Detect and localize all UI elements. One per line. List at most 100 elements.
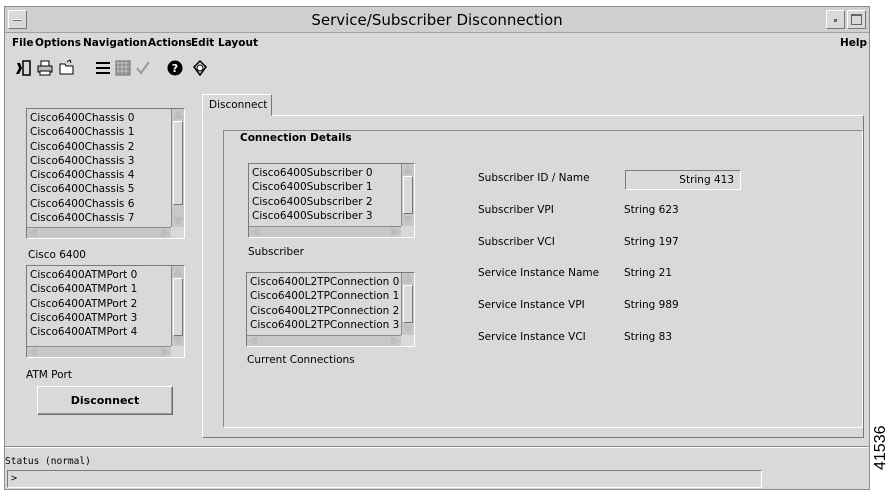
minimize-icon — [834, 19, 837, 22]
list-item[interactable]: Cisco6400Subscriber 0 — [252, 166, 400, 180]
disconnect-button[interactable]: Disconnect — [37, 386, 173, 415]
list-item[interactable]: Cisco6400ATMPort 4 — [30, 325, 170, 339]
field-label: Subscriber ID / Name — [478, 172, 590, 184]
atmport-listbox[interactable]: Cisco6400ATMPort 0 Cisco6400ATMPort 1 Ci… — [26, 265, 185, 358]
connections-list: Cisco6400L2TPConnection 0 Cisco6400L2TPC… — [250, 275, 400, 332]
subscriber-list: Cisco6400Subscriber 0 Cisco6400Subscribe… — [252, 166, 400, 223]
title-bar: Service/Subscriber Disconnection — [5, 7, 869, 33]
list-item[interactable]: Cisco6400Chassis 3 — [30, 154, 170, 168]
list-item[interactable]: Cisco6400Chassis 6 — [30, 197, 170, 211]
scroll-up-icon[interactable] — [403, 274, 413, 283]
scroll-down-icon[interactable] — [173, 336, 183, 345]
vertical-scrollbar[interactable] — [171, 266, 184, 346]
field-value: String 83 — [624, 331, 673, 343]
field-label: Subscriber VPI — [478, 204, 554, 216]
maximize-button[interactable] — [847, 10, 866, 29]
status-label: Status (normal) — [5, 456, 91, 467]
help-icon[interactable]: ? — [165, 58, 185, 78]
scroll-up-icon[interactable] — [173, 110, 183, 119]
list-item[interactable]: Cisco6400Chassis 0 — [30, 111, 170, 125]
subscriber-listbox[interactable]: Cisco6400Subscriber 0 Cisco6400Subscribe… — [248, 163, 415, 238]
list-item[interactable]: Cisco6400ATMPort 0 — [30, 268, 170, 282]
exit-icon[interactable] — [13, 58, 33, 78]
menu-navigation[interactable]: Navigation — [83, 37, 147, 49]
horizontal-scrollbar[interactable] — [247, 335, 401, 346]
menu-bar: File Options Navigation Actions Edit Lay… — [5, 34, 869, 54]
command-line-input[interactable]: > — [7, 470, 762, 488]
vertical-scrollbar[interactable] — [171, 109, 184, 227]
scroll-thumb[interactable] — [173, 278, 183, 336]
atmport-label: ATM Port — [26, 369, 72, 381]
list-item[interactable]: Cisco6400ATMPort 1 — [30, 282, 170, 296]
list-item[interactable]: Cisco6400Subscriber 2 — [252, 195, 400, 209]
list-item[interactable]: Cisco6400Chassis 4 — [30, 168, 170, 182]
list-item[interactable]: Cisco6400L2TPConnection 2 — [250, 304, 400, 318]
scroll-thumb[interactable] — [403, 285, 413, 323]
field-value: String 989 — [624, 299, 679, 311]
print-icon[interactable] — [35, 58, 55, 78]
menu-edit-layout[interactable]: Edit Layout — [191, 37, 258, 49]
scroll-thumb[interactable] — [173, 121, 183, 205]
list-item[interactable]: Cisco6400Chassis 2 — [30, 140, 170, 154]
divider — [5, 446, 869, 448]
chassis-list: Cisco6400Chassis 0 Cisco6400Chassis 1 Ci… — [30, 111, 170, 225]
scroll-right-icon[interactable] — [391, 336, 400, 346]
figure-number: 41536 — [872, 425, 887, 471]
subscriber-id-field[interactable]: String 413 — [625, 170, 741, 190]
horizontal-scrollbar[interactable] — [27, 227, 171, 238]
scroll-down-icon[interactable] — [173, 217, 183, 226]
field-value: String 21 — [624, 267, 673, 279]
refresh-icon[interactable] — [190, 58, 210, 78]
list-item[interactable]: Cisco6400L2TPConnection 3 — [250, 318, 400, 332]
scroll-right-icon[interactable] — [391, 227, 400, 237]
horizontal-scrollbar[interactable] — [249, 226, 401, 237]
scroll-left-icon[interactable] — [28, 228, 37, 238]
list-item[interactable]: Cisco6400L2TPConnection 0 — [250, 275, 400, 289]
check-icon[interactable] — [133, 58, 153, 78]
field-value: String 623 — [624, 204, 679, 216]
svg-text:?: ? — [172, 62, 178, 75]
scroll-up-icon[interactable] — [403, 165, 413, 174]
menu-actions[interactable]: Actions — [148, 37, 192, 49]
scroll-up-icon[interactable] — [173, 267, 183, 276]
horizontal-scrollbar[interactable] — [27, 346, 171, 357]
field-label: Subscriber VCI — [478, 236, 555, 248]
list-item[interactable]: Cisco6400Subscriber 1 — [252, 180, 400, 194]
field-label: Service Instance VCI — [478, 331, 586, 343]
list-icon[interactable] — [93, 58, 113, 78]
menu-file[interactable]: File — [12, 37, 34, 49]
menu-help[interactable]: Help — [840, 37, 867, 49]
scroll-down-icon[interactable] — [403, 325, 413, 334]
list-item[interactable]: Cisco6400L2TPConnection 1 — [250, 289, 400, 303]
scroll-left-icon[interactable] — [28, 347, 37, 357]
scroll-right-icon[interactable] — [161, 228, 170, 238]
list-item[interactable]: Cisco6400ATMPort 3 — [30, 311, 170, 325]
window-title: Service/Subscriber Disconnection — [311, 11, 563, 29]
scroll-right-icon[interactable] — [161, 347, 170, 357]
grid-icon[interactable] — [113, 58, 133, 78]
chassis-listbox[interactable]: Cisco6400Chassis 0 Cisco6400Chassis 1 Ci… — [26, 108, 185, 239]
scroll-left-icon[interactable] — [250, 227, 259, 237]
list-item[interactable]: Cisco6400Subscriber 3 — [252, 209, 400, 223]
list-item[interactable]: Cisco6400ATMPort 2 — [30, 297, 170, 311]
list-item[interactable]: Cisco6400Chassis 7 — [30, 211, 170, 225]
atmport-list: Cisco6400ATMPort 0 Cisco6400ATMPort 1 Ci… — [30, 268, 170, 339]
menu-options[interactable]: Options — [35, 37, 81, 49]
maximize-icon — [851, 14, 862, 25]
scroll-down-icon[interactable] — [403, 216, 413, 225]
list-item[interactable]: Cisco6400Chassis 1 — [30, 125, 170, 139]
subscriber-label: Subscriber — [248, 246, 304, 258]
vertical-scrollbar[interactable] — [401, 273, 414, 335]
scroll-thumb[interactable] — [403, 176, 413, 214]
scroll-left-icon[interactable] — [248, 336, 257, 346]
tab-disconnect[interactable]: Disconnect — [202, 94, 272, 116]
field-label: Service Instance Name — [478, 267, 600, 279]
minimize-button[interactable] — [826, 10, 845, 29]
vertical-scrollbar[interactable] — [401, 164, 414, 226]
field-label: Service Instance VPI — [478, 299, 585, 311]
open-icon[interactable] — [57, 58, 77, 78]
connections-listbox[interactable]: Cisco6400L2TPConnection 0 Cisco6400L2TPC… — [246, 272, 415, 347]
list-item[interactable]: Cisco6400Chassis 5 — [30, 182, 170, 196]
chassis-label: Cisco 6400 — [28, 249, 86, 261]
connections-label: Current Connections — [247, 354, 355, 366]
